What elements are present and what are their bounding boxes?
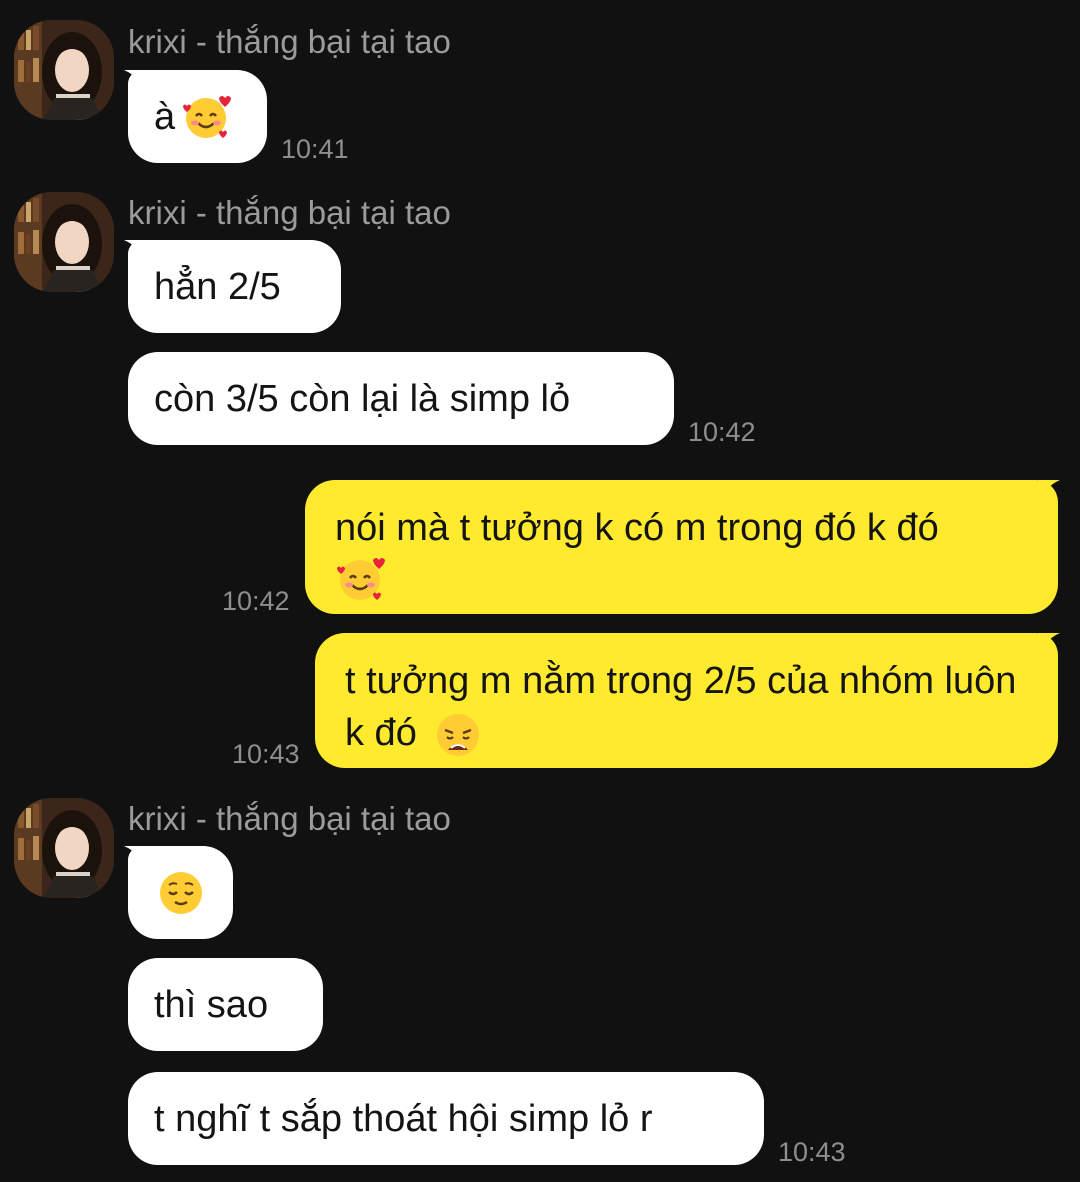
message-text: hẳn 2/5: [154, 265, 281, 308]
smiling-face-with-hearts-icon: [335, 554, 385, 604]
message-text: t nghĩ t sắp thoát hội simp lỏ r: [154, 1097, 653, 1140]
sender-avatar[interactable]: [14, 798, 114, 898]
avatar-photo: [14, 20, 114, 120]
smiling-face-with-hearts-icon: [181, 92, 232, 142]
weary-face-icon: [433, 710, 483, 760]
message-text: nói mà t tưởng k có m trong đó k đó: [335, 507, 939, 549]
bubble-tail: [1038, 480, 1060, 502]
message-text: còn 3/5 còn lại là simp lỏ: [154, 377, 571, 420]
message-bubble-outgoing[interactable]: t tưởng m nằm trong 2/5 của nhóm luôn k …: [315, 633, 1058, 768]
message-text: thì sao: [154, 983, 269, 1026]
relieved-face-icon: [156, 868, 206, 918]
message-time: 10:42: [222, 586, 290, 616]
avatar-photo: [14, 798, 114, 898]
sender-name: krixi - thắng bại tại tao: [128, 800, 451, 837]
message-time: 10:43: [232, 739, 300, 769]
sender-avatar[interactable]: [14, 20, 114, 120]
message-bubble[interactable]: thì sao: [128, 958, 323, 1051]
message-time: 10:41: [281, 134, 349, 164]
sender-name: krixi - thắng bại tại tao: [128, 23, 451, 60]
message-time: 10:42: [688, 417, 756, 447]
sender-name: krixi - thắng bại tại tao: [128, 194, 451, 231]
message-text: à: [154, 95, 176, 138]
sender-avatar[interactable]: [14, 192, 114, 292]
message-bubble[interactable]: t nghĩ t sắp thoát hội simp lỏ r: [128, 1072, 764, 1165]
message-time: 10:43: [778, 1137, 846, 1167]
avatar-photo: [14, 192, 114, 292]
message-bubble[interactable]: hẳn 2/5: [128, 240, 341, 333]
message-bubble[interactable]: [128, 846, 233, 939]
message-bubble[interactable]: còn 3/5 còn lại là simp lỏ: [128, 352, 674, 445]
message-bubble-outgoing[interactable]: nói mà t tưởng k có m trong đó k đó: [305, 480, 1058, 614]
message-bubble[interactable]: à: [128, 70, 267, 163]
bubble-tail: [1038, 633, 1060, 655]
